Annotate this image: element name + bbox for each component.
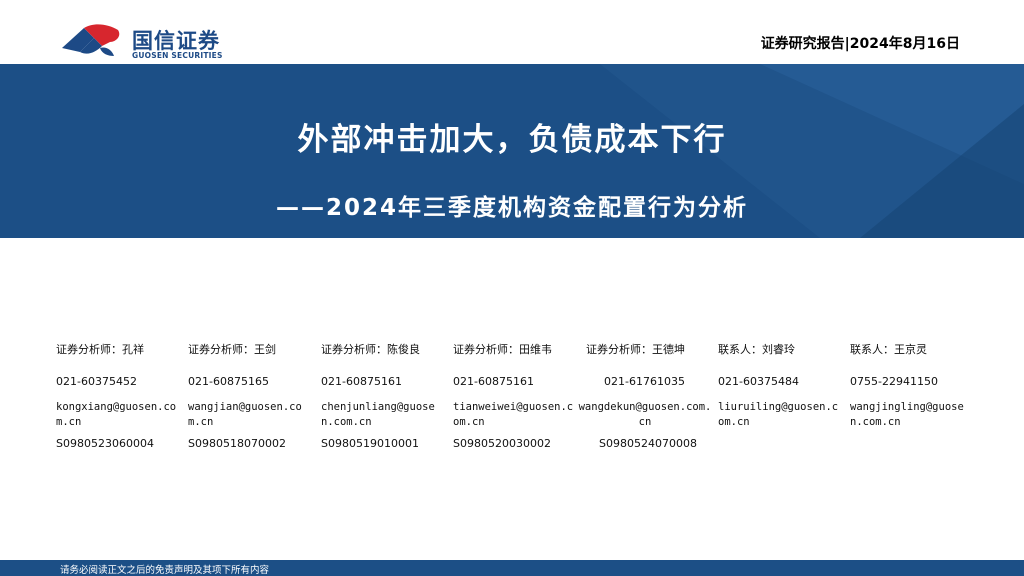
analyst-email[interactable]: wangjingling@guosen.com.cn <box>850 400 976 430</box>
analyst-phone: 021-60375484 <box>718 375 799 388</box>
analyst-name: 联系人：刘睿玲 <box>718 343 795 356</box>
analyst-email[interactable]: chenjunliang@guosen.com.cn <box>321 400 447 430</box>
analyst-name: 联系人：王京灵 <box>850 343 927 356</box>
analyst-name: 证券分析师：田维韦 <box>453 343 552 356</box>
analyst-name: 证券分析师：孔祥 <box>56 343 144 356</box>
guosen-logo-icon <box>62 24 120 56</box>
analyst-email[interactable]: wangjian@guosen.com.cn <box>188 400 314 430</box>
analyst-cert: S0980524070008 <box>599 437 697 450</box>
footer-disclaimer: 请务必阅读正文之后的免责声明及其项下所有内容 <box>60 565 270 576</box>
analyst-phone: 0755-22941150 <box>850 375 938 388</box>
analyst-phone: 021-60875161 <box>321 375 402 388</box>
footer-bar: 请务必阅读正文之后的免责声明及其项下所有内容 <box>0 560 1024 576</box>
analyst-list: 证券分析师：孔祥 021-60375452 kongxiang@guosen.c… <box>56 341 986 461</box>
analyst-email[interactable]: kongxiang@guosen.com.cn <box>56 400 182 430</box>
logo-english-name: GUOSEN SECURITIES <box>132 51 223 60</box>
analyst-cert: S0980523060004 <box>56 437 154 450</box>
analyst-name: 证券分析师：陈俊良 <box>321 343 420 356</box>
analyst-cert: S0980518070002 <box>188 437 286 450</box>
analyst-phone: 021-60875165 <box>188 375 269 388</box>
analyst-email[interactable]: wangdekun@guosen.com.cn <box>578 400 712 430</box>
report-title: 外部冲击加大，负债成本下行 <box>297 122 727 158</box>
guosen-logo: 国信证券 GUOSEN SECURITIES <box>60 22 230 62</box>
analyst-phone: 021-60875161 <box>453 375 534 388</box>
analyst-name: 证券分析师：王德坤 <box>586 343 685 356</box>
header: 国信证券 GUOSEN SECURITIES 证券研究报告|2024年8月16日 <box>0 0 1024 64</box>
analyst-cert: S0980520030002 <box>453 437 551 450</box>
analyst-email[interactable]: tianweiwei@guosen.com.cn <box>453 400 579 430</box>
report-type-date: 证券研究报告|2024年8月16日 <box>760 36 960 52</box>
title-banner: 外部冲击加大，负债成本下行 ——2024年三季度机构资金配置行为分析 <box>0 64 1024 238</box>
analyst-cert: S0980519010001 <box>321 437 419 450</box>
report-subtitle: ——2024年三季度机构资金配置行为分析 <box>275 195 748 221</box>
analyst-name: 证券分析师：王剑 <box>188 343 276 356</box>
analyst-phone: 021-61761035 <box>604 375 685 388</box>
analyst-phone: 021-60375452 <box>56 375 137 388</box>
analyst-email[interactable]: liuruiling@guosen.com.cn <box>718 400 844 430</box>
